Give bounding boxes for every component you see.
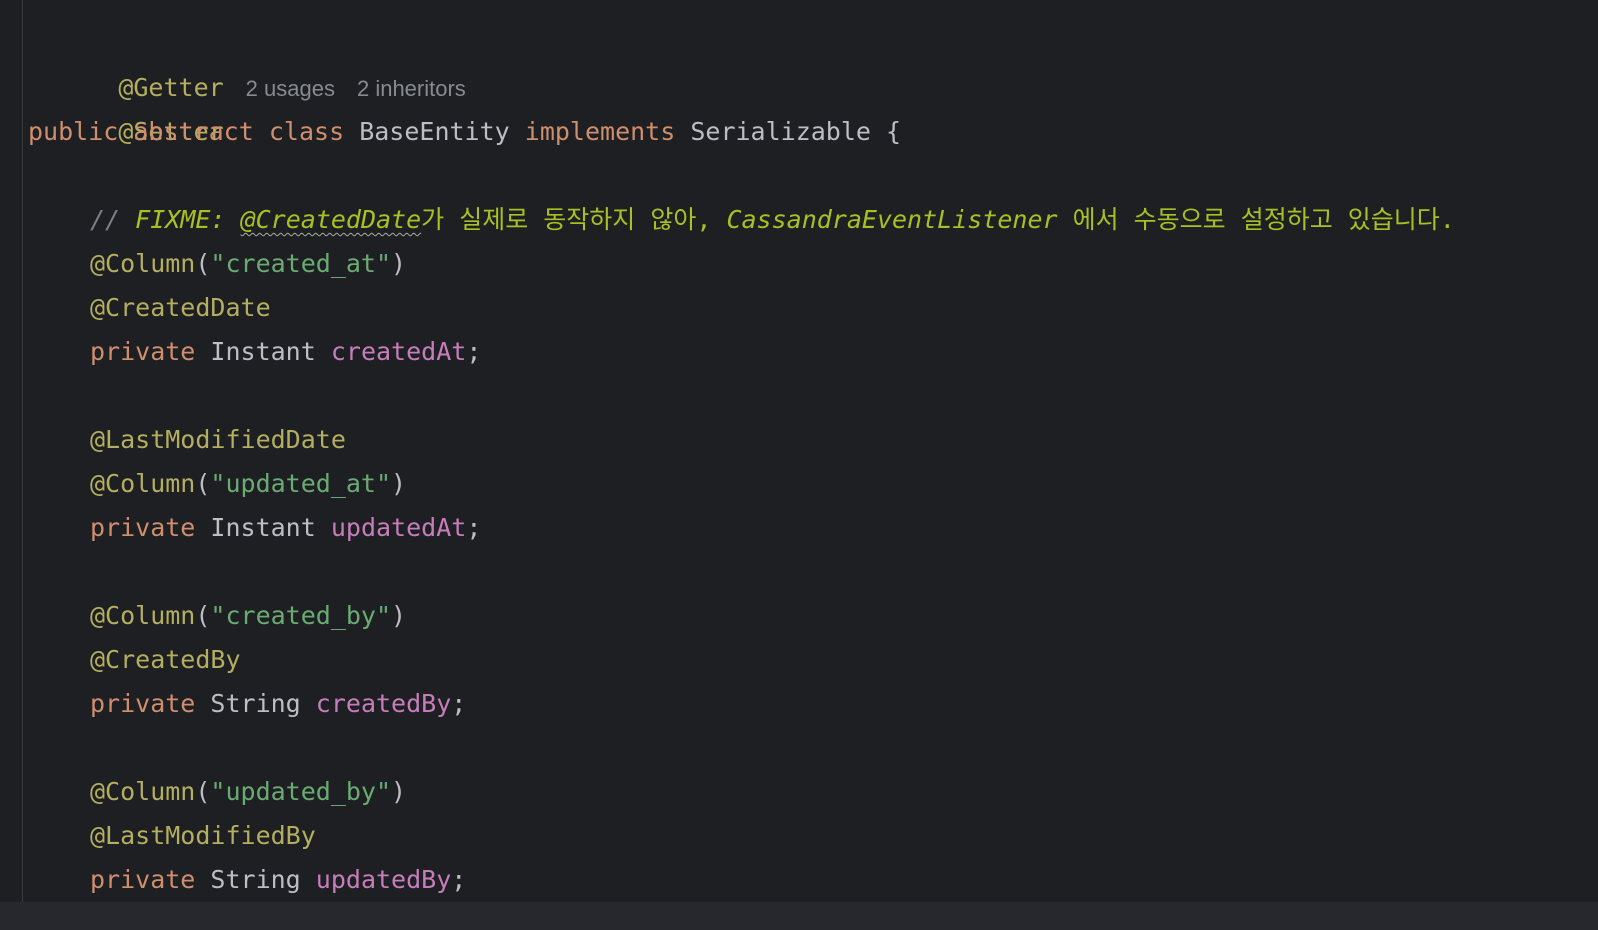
- gutter-divider: [22, 0, 23, 930]
- field-updated-by[interactable]: updatedBy: [316, 865, 451, 894]
- close-paren: ): [391, 249, 407, 278]
- field-created-at[interactable]: createdAt: [331, 337, 466, 366]
- type-string[interactable]: String: [210, 865, 300, 894]
- column-string-updated-by: "updated_by": [210, 777, 392, 806]
- keyword-private: private: [90, 689, 196, 718]
- code-line-blank[interactable]: [28, 374, 1455, 418]
- code-line-field-created-by[interactable]: private String createdBy;: [28, 682, 1455, 726]
- created-by-annotation: @CreatedBy: [90, 645, 241, 674]
- code-area[interactable]: @Getter 2 usages 2 inheritors @Setter publ…: [0, 22, 1598, 930]
- code-line-field-created-at[interactable]: private Instant createdAt;: [28, 330, 1455, 374]
- type-instant[interactable]: Instant: [210, 337, 315, 366]
- code-line-column-created-by[interactable]: @Column("created_by"): [28, 594, 1455, 638]
- type-instant[interactable]: Instant: [210, 513, 315, 542]
- interface-name[interactable]: Serializable: [690, 117, 871, 146]
- column-string-updated-at: "updated_at": [210, 469, 392, 498]
- code-line-field-updated-at[interactable]: private Instant updatedAt;: [28, 506, 1455, 550]
- keyword-private: private: [90, 337, 196, 366]
- keyword-private: private: [90, 513, 196, 542]
- comment-slashes: //: [90, 205, 121, 234]
- keyword-private: private: [90, 865, 196, 894]
- code-line-current[interactable]: [0, 902, 1598, 930]
- open-paren: (: [195, 469, 211, 498]
- inheritors-hint[interactable]: 2 inheritors: [357, 76, 466, 101]
- comment-text-2: 에서 수동으로 설정하고 있습니다.: [1057, 205, 1455, 234]
- code-line-last-modified-by[interactable]: @LastModifiedBy: [28, 814, 1455, 858]
- column-string-created-at: "created_at": [210, 249, 392, 278]
- code-editor[interactable]: @Getter 2 usages 2 inheritors @Setter publ…: [0, 0, 1598, 930]
- column-annotation: @Column: [90, 601, 196, 630]
- column-annotation: @Column: [90, 777, 196, 806]
- open-paren: (: [195, 249, 211, 278]
- created-date-annotation: @CreatedDate: [90, 293, 271, 322]
- comment-listener-ref: CassandraEventListener: [726, 205, 1058, 234]
- close-paren: ): [391, 601, 407, 630]
- open-paren: (: [195, 601, 211, 630]
- field-updated-at[interactable]: updatedAt: [331, 513, 466, 542]
- semicolon: ;: [466, 513, 482, 542]
- last-modified-by-annotation: @LastModifiedBy: [90, 821, 316, 850]
- code-line-created-by[interactable]: @CreatedBy: [28, 638, 1455, 682]
- usages-hint[interactable]: 2 usages: [246, 76, 335, 101]
- column-annotation: @Column: [90, 469, 196, 498]
- field-created-by[interactable]: createdBy: [316, 689, 451, 718]
- semicolon: ;: [451, 865, 467, 894]
- close-paren: ): [391, 777, 407, 806]
- code-line-column-created-at[interactable]: @Column("created_at"): [28, 242, 1455, 286]
- column-string-created-by: "created_by": [210, 601, 392, 630]
- code-line-column-updated-at[interactable]: @Column("updated_at"): [28, 462, 1455, 506]
- code-line-blank[interactable]: [28, 726, 1455, 770]
- code-line-blank[interactable]: [28, 154, 1455, 198]
- open-brace: {: [886, 117, 902, 146]
- last-modified-date-annotation: @LastModifiedDate: [90, 425, 346, 454]
- getter-annotation: @Getter: [118, 73, 224, 102]
- semicolon: ;: [451, 689, 467, 718]
- code-line-field-updated-by[interactable]: private String updatedBy;: [28, 858, 1455, 902]
- fixme-tag: FIXME:: [135, 205, 226, 234]
- column-annotation: @Column: [90, 249, 196, 278]
- class-name[interactable]: BaseEntity: [359, 117, 510, 146]
- keyword-implements: implements: [524, 117, 676, 146]
- semicolon: ;: [466, 337, 482, 366]
- code-line-last-modified-date[interactable]: @LastModifiedDate: [28, 418, 1455, 462]
- close-paren: ): [391, 469, 407, 498]
- keyword-class: class: [268, 117, 345, 146]
- keyword-abstract: abstract: [133, 117, 254, 146]
- code-line-getter[interactable]: @Getter 2 usages 2 inheritors: [28, 22, 1455, 102]
- comment-text-1: 가 실제로 동작하지 않아,: [421, 205, 727, 234]
- type-string[interactable]: String: [210, 689, 300, 718]
- code-line-class-declaration[interactable]: public abstract class BaseEntity impleme…: [28, 110, 1455, 154]
- code-line-fixme-comment[interactable]: // FIXME: @CreatedDate가 실제로 동작하지 않아, Cas…: [28, 198, 1455, 242]
- code-line-created-date[interactable]: @CreatedDate: [28, 286, 1455, 330]
- comment-annotation-ref: @CreatedDate: [240, 205, 422, 234]
- keyword-public: public: [28, 117, 119, 146]
- code-line-blank[interactable]: [28, 550, 1455, 594]
- code-line-column-updated-by[interactable]: @Column("updated_by"): [28, 770, 1455, 814]
- open-paren: (: [195, 777, 211, 806]
